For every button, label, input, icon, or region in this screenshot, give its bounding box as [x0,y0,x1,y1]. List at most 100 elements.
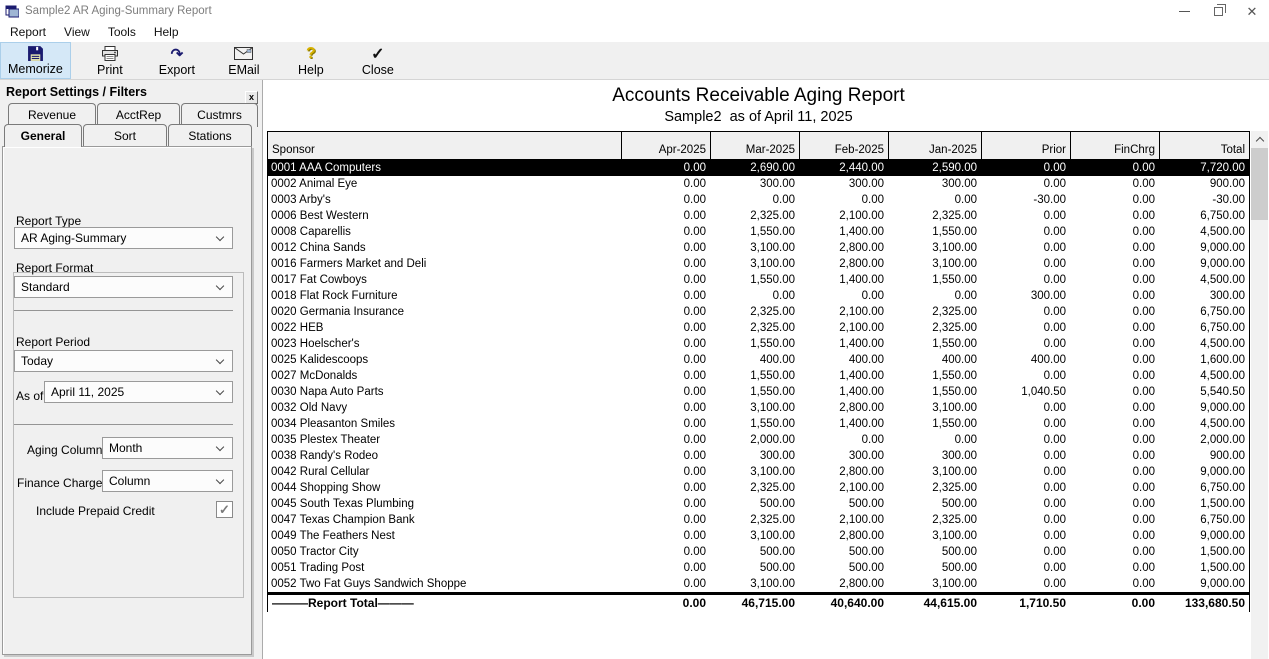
cell-value: 1,400.00 [799,336,888,352]
include-prepaid-credit-checkbox[interactable]: ✓ [216,501,233,518]
report-period-select[interactable]: Today [14,350,233,372]
scroll-thumb[interactable] [1251,148,1268,220]
cell-value: 400.00 [799,352,888,368]
column-header-total: Total [1159,132,1249,159]
cell-value: 3,100.00 [888,256,981,272]
separator [14,424,233,425]
as-of-date-select[interactable]: April 11, 2025 [44,381,233,403]
memorize-button[interactable]: Memorize [0,42,71,79]
cell-value: 2,590.00 [888,160,981,176]
table-row[interactable]: 0032 Old Navy0.003,100.002,800.003,100.0… [268,400,1249,416]
table-row[interactable]: 0008 Caparellis0.001,550.001,400.001,550… [268,224,1249,240]
cell-value: 1,550.00 [888,368,981,384]
tab-sort[interactable]: Sort [83,124,167,146]
cell-value: 0.00 [1070,448,1159,464]
table-row[interactable]: 0050 Tractor City0.00500.00500.00500.000… [268,544,1249,560]
close-button[interactable]: ✓Close [350,42,406,79]
menu-item-view[interactable]: View [55,23,99,41]
cell-sponsor: 0050 Tractor City [268,544,621,560]
cell-value: 0.00 [981,272,1070,288]
table-row[interactable]: 0051 Trading Post0.00500.00500.00500.000… [268,560,1249,576]
checkmark-icon: ✓ [371,45,384,63]
cell-value: 0.00 [981,336,1070,352]
scroll-up-button[interactable] [1251,131,1268,148]
table-row[interactable]: 0034 Pleasanton Smiles0.001,550.001,400.… [268,416,1249,432]
cell-value: 2,325.00 [888,512,981,528]
table-row[interactable]: 0006 Best Western0.002,325.002,100.002,3… [268,208,1249,224]
table-row[interactable]: 0016 Farmers Market and Deli0.003,100.00… [268,256,1249,272]
cell-sponsor: 0044 Shopping Show [268,480,621,496]
cell-value: 2,100.00 [799,304,888,320]
table-row[interactable]: 0045 South Texas Plumbing0.00500.00500.0… [268,496,1249,512]
menu-item-help[interactable]: Help [145,23,188,41]
table-row[interactable]: 0027 McDonalds0.001,550.001,400.001,550.… [268,368,1249,384]
table-row[interactable]: 0002 Animal Eye0.00300.00300.00300.000.0… [268,176,1249,192]
table-row[interactable]: 0023 Hoelscher's0.001,550.001,400.001,55… [268,336,1249,352]
cell-value: 0.00 [981,480,1070,496]
table-row[interactable]: 0044 Shopping Show0.002,325.002,100.002,… [268,480,1249,496]
cell-sponsor: 0045 South Texas Plumbing [268,496,621,512]
email-button[interactable]: EMail [216,42,272,79]
table-row[interactable]: 0052 Two Fat Guys Sandwich Shoppe0.003,1… [268,576,1249,592]
table-row-selected[interactable]: 0001 AAA Computers0.002,690.002,440.002,… [268,160,1249,176]
cell-value: 1,400.00 [799,416,888,432]
cell-value: 1,500.00 [1159,496,1249,512]
report-format-select[interactable]: Standard [14,276,233,298]
cell-value: 500.00 [799,496,888,512]
cell-value: 1,550.00 [888,272,981,288]
cell-value: 0.00 [1070,528,1159,544]
cell-value: 0.00 [710,192,799,208]
finance-charges-select[interactable]: Column [102,470,233,492]
chevron-down-icon [216,281,224,289]
cell-value: 0.00 [621,560,710,576]
app-icon [5,4,19,18]
table-row[interactable]: 0038 Randy's Rodeo0.00300.00300.00300.00… [268,448,1249,464]
cell-sponsor: 0006 Best Western [268,208,621,224]
report-type-select[interactable]: AR Aging-Summary [14,227,233,249]
table-row[interactable]: 0025 Kalidescoops0.00400.00400.00400.004… [268,352,1249,368]
cell-value: 1,550.00 [888,384,981,400]
cell-value: 500.00 [888,544,981,560]
cell-value: 300.00 [710,176,799,192]
cell-sponsor: 0049 The Feathers Nest [268,528,621,544]
total-label: ———Report Total——— [268,595,621,612]
print-button[interactable]: Print [82,42,138,79]
close-button[interactable]: ✕ [1235,0,1269,22]
cell-value: 7,720.00 [1159,160,1249,176]
cell-value: 2,325.00 [710,208,799,224]
cell-value: 3,100.00 [888,576,981,592]
table-row[interactable]: 0049 The Feathers Nest0.003,100.002,800.… [268,528,1249,544]
cell-sponsor: 0023 Hoelscher's [268,336,621,352]
menu-item-tools[interactable]: Tools [99,23,145,41]
table-row[interactable]: 0035 Plestex Theater0.002,000.000.000.00… [268,432,1249,448]
minimize-button[interactable] [1167,0,1201,22]
column-header-prior: Prior [981,132,1070,159]
cell-value: -30.00 [1159,192,1249,208]
table-row[interactable]: 0042 Rural Cellular0.003,100.002,800.003… [268,464,1249,480]
table-row[interactable]: 0003 Arby's0.000.000.000.00-30.000.00-30… [268,192,1249,208]
help-button[interactable]: ?Help [283,42,339,79]
cell-value: 0.00 [981,208,1070,224]
menu-item-report[interactable]: Report [1,23,55,41]
cell-value: 900.00 [1159,448,1249,464]
cell-value: 0.00 [1070,512,1159,528]
table-row[interactable]: 0012 China Sands0.003,100.002,800.003,10… [268,240,1249,256]
table-row[interactable]: 0018 Flat Rock Furniture0.000.000.000.00… [268,288,1249,304]
question-mark-icon: ? [306,45,316,63]
table-row[interactable]: 0017 Fat Cowboys0.001,550.001,400.001,55… [268,272,1249,288]
vertical-scrollbar[interactable] [1251,131,1268,659]
cell-sponsor: 0018 Flat Rock Furniture [268,288,621,304]
table-row[interactable]: 0020 Germania Insurance0.002,325.002,100… [268,304,1249,320]
table-row[interactable]: 0030 Napa Auto Parts0.001,550.001,400.00… [268,384,1249,400]
title-bar: Sample2 AR Aging-Summary Report ✕ [0,0,1269,22]
aging-columns-select[interactable]: Month [102,437,233,459]
tab-stations[interactable]: Stations [168,124,252,146]
aging-columns-value: Month [109,441,217,455]
cell-value: 0.00 [981,256,1070,272]
table-row[interactable]: 0047 Texas Champion Bank0.002,325.002,10… [268,512,1249,528]
restore-button[interactable] [1201,0,1235,22]
export-button[interactable]: ↷Export [149,42,205,79]
table-row[interactable]: 0022 HEB0.002,325.002,100.002,325.000.00… [268,320,1249,336]
tab-general[interactable]: General [4,124,82,147]
total-value: 46,715.00 [710,595,799,612]
